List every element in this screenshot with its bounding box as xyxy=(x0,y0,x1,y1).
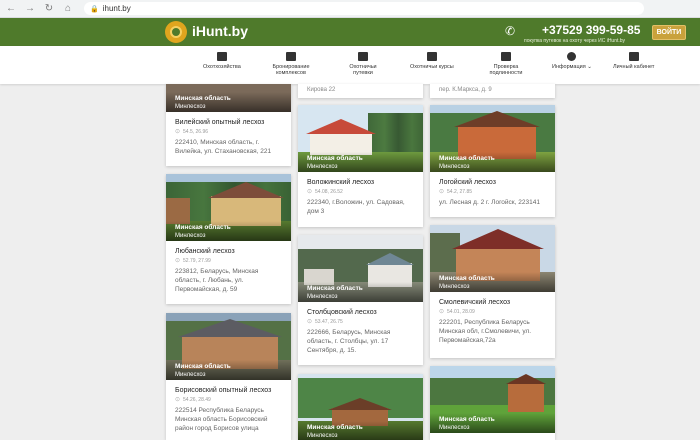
card-title[interactable]: Логойский лесхоз xyxy=(439,179,546,186)
calendar-icon xyxy=(286,52,296,61)
card-coords: 52.79, 27.99 xyxy=(175,257,282,264)
card-address: 222666, Беларусь, Минская область, г. Ст… xyxy=(307,329,391,354)
phone-icon: ✆ xyxy=(505,24,516,38)
forward-icon[interactable]: → xyxy=(22,0,38,18)
card-region: Минская область xyxy=(175,363,231,370)
card-title[interactable]: Столбцовский лесхоз xyxy=(307,309,414,316)
forestry-card[interactable]: Минская область Минлесхоз Логойский лесх… xyxy=(430,105,555,217)
card-address: 222340, г.Воложин, ул. Садовая, дом 3 xyxy=(307,199,405,215)
card-region: Минская область xyxy=(439,275,495,282)
forestry-card[interactable]: Минская область Минлесхоз Борисовский оп… xyxy=(166,313,291,440)
card-photo: Минская область Минлесхоз xyxy=(166,313,291,380)
forestry-card[interactable]: пер. К.Маркса, д. 9 xyxy=(430,84,555,98)
card-coords: 54.01, 28.09 xyxy=(439,308,546,315)
nav-item-hunting-grounds[interactable]: Охотхозяйства xyxy=(203,52,241,70)
card-title[interactable]: Любанский лесхоз xyxy=(175,248,282,255)
card-photo: Минская область Минлесхоз xyxy=(430,366,555,433)
card-org: Минлесхоз xyxy=(307,433,338,439)
browser-toolbar: ← → ↻ ⌂ 🔒 ihunt.by xyxy=(0,0,700,18)
card-org: Минлесхоз xyxy=(307,294,338,300)
card-photo: Минская область Минлесхоз xyxy=(430,105,555,172)
card-org: Минлесхоз xyxy=(307,164,338,170)
card-address: 222514 Республика Беларусь Минская облас… xyxy=(175,407,268,432)
card-title[interactable]: Смолевичский лесхоз xyxy=(439,299,546,306)
card-org: Минлесхоз xyxy=(439,164,470,170)
info-icon xyxy=(567,52,577,61)
logo-icon[interactable] xyxy=(165,21,187,43)
card-coords: 53.47, 26.75 xyxy=(307,318,414,325)
card-org: Минлесхоз xyxy=(439,284,470,290)
reload-icon[interactable]: ↻ xyxy=(41,0,57,18)
card-region: Минская область xyxy=(175,95,231,102)
card-org: Минлесхоз xyxy=(175,372,206,378)
url-text: ihunt.by xyxy=(102,4,131,13)
list-icon xyxy=(358,52,368,61)
main-nav: Охотхозяйства Бронирование комплексов Ох… xyxy=(0,46,700,84)
card-photo: Минская область Минлесхоз xyxy=(166,174,291,241)
site-header: iHunt.by ✆ +37529 399-59-85 покупка путе… xyxy=(0,18,700,46)
card-coords: 54.5, 26.96 xyxy=(175,128,282,135)
card-photo: Минская область Минлесхоз xyxy=(166,84,291,112)
card-address: 223812, Беларусь, Минская область, г. Лю… xyxy=(175,268,259,293)
document-icon xyxy=(501,52,511,61)
forestry-card[interactable]: Кирова 22 xyxy=(298,84,423,98)
card-coords: 54.26, 28.49 xyxy=(175,396,282,403)
nav-item-account[interactable]: Личный кабинет xyxy=(613,52,654,70)
card-region: Минская область xyxy=(439,416,495,423)
phone-note: покупка путевок на охоту через ИС iHunt.… xyxy=(524,38,626,44)
card-address: пер. К.Маркса, д. 9 xyxy=(439,87,492,93)
card-title[interactable]: Вилейский опытный лесхоз xyxy=(175,119,282,126)
phone-number[interactable]: +37529 399-59-85 xyxy=(542,23,640,37)
forestry-card[interactable]: Минская область Минлесхоз Любанский лесх… xyxy=(166,174,291,304)
card-photo: Минская область Минлесхоз xyxy=(298,105,423,172)
card-photo: Минская область Минлесхоз xyxy=(430,225,555,292)
address-bar[interactable]: 🔒 ihunt.by xyxy=(84,2,644,15)
card-region: Минская область xyxy=(307,285,363,292)
nav-item-info[interactable]: Информация ⌄ xyxy=(552,52,592,70)
login-button[interactable]: ВОЙТИ xyxy=(652,25,686,40)
card-coords: 54.2, 27.85 xyxy=(439,188,546,195)
card-title[interactable]: Воложинский лесхоз xyxy=(307,179,414,186)
card-address: Кирова 22 xyxy=(307,87,336,93)
nav-item-verification[interactable]: Проверка подлинности xyxy=(484,52,528,76)
card-coords: 54.08, 26.52 xyxy=(307,188,414,195)
brand-name[interactable]: iHunt.by xyxy=(192,23,248,39)
card-photo: Минская область Минлесхоз xyxy=(298,374,423,440)
card-region: Минская область xyxy=(439,155,495,162)
forestry-card[interactable]: Минская область Минлесхоз xyxy=(298,374,423,440)
card-address: 222201, Республика Беларусь Минская обл,… xyxy=(439,319,532,344)
nav-item-booking[interactable]: Бронирование комплексов xyxy=(266,52,316,76)
forestry-card[interactable]: Минская область Минлесхоз Смолевичский л… xyxy=(430,225,555,358)
card-photo: Минская область Минлесхоз xyxy=(298,235,423,302)
forestry-card[interactable]: Минская область Минлесхоз Вилейский опыт… xyxy=(166,84,291,166)
card-org: Минлесхоз xyxy=(175,233,206,239)
card-org: Минлесхоз xyxy=(439,425,470,431)
forestry-card[interactable]: Минская область Минлесхоз xyxy=(430,366,555,440)
grid-icon xyxy=(426,52,437,61)
card-address: ул. Лесная д. 2 г. Логойск, 223141 xyxy=(439,199,540,206)
lock-icon: 🔒 xyxy=(90,5,99,13)
nav-item-permits[interactable]: Охотничьи путевки xyxy=(340,52,386,76)
card-region: Минская область xyxy=(307,155,363,162)
card-region: Минская область xyxy=(307,424,363,431)
back-icon[interactable]: ← xyxy=(3,0,19,18)
forestry-card[interactable]: Минская область Минлесхоз Столбцовский л… xyxy=(298,235,423,365)
card-address: 222410, Минская область, г. Вилейка, ул.… xyxy=(175,139,272,155)
forestry-card[interactable]: Минская область Минлесхоз Воложинский ле… xyxy=(298,105,423,227)
card-region: Минская область xyxy=(175,224,231,231)
card-org: Минлесхоз xyxy=(175,104,206,110)
card-title[interactable]: Борисовский опытный лесхоз xyxy=(175,387,282,394)
nav-item-courses[interactable]: Охотничьи курсы xyxy=(410,52,454,70)
house-icon xyxy=(216,52,227,61)
id-card-icon xyxy=(628,52,639,61)
home-icon[interactable]: ⌂ xyxy=(60,0,76,18)
